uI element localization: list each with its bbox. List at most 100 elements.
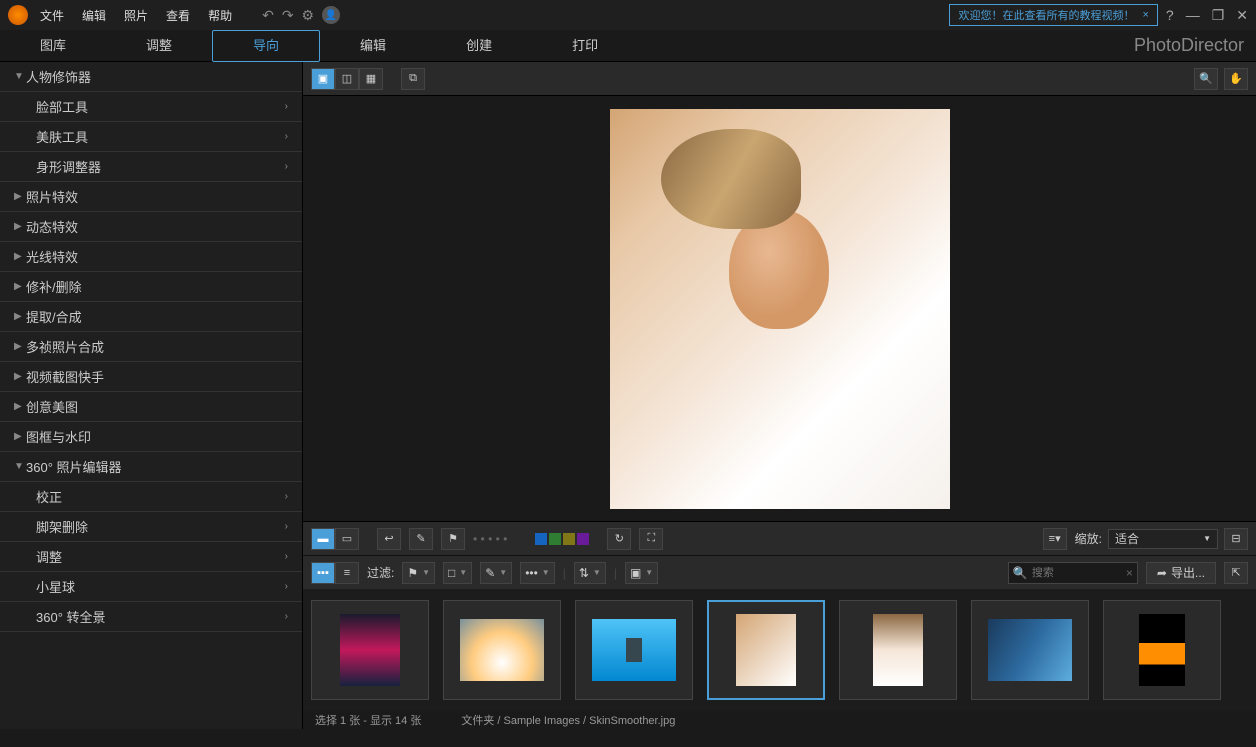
minimize-icon[interactable]: —	[1186, 7, 1200, 24]
flag-icon[interactable]: ⚑	[441, 528, 465, 550]
sidebar-anim-effects[interactable]: ▶动态特效	[0, 212, 302, 242]
sidebar-light-effects[interactable]: ▶光线特效	[0, 242, 302, 272]
user-avatar-icon[interactable]: 👤	[322, 6, 340, 24]
menu-help[interactable]: 帮助	[208, 7, 232, 24]
thumb-item[interactable]	[311, 600, 429, 700]
filmstrip-mode-b-icon[interactable]: ▭	[335, 528, 359, 550]
sidebar-skin-tools[interactable]: 美肤工具›	[0, 122, 302, 152]
sidebar-360-topano[interactable]: 360° 转全景›	[0, 602, 302, 632]
search-box[interactable]: 🔍 ×	[1008, 562, 1138, 584]
sidebar-extract[interactable]: ▶提取/合成	[0, 302, 302, 332]
menu-edit[interactable]: 编辑	[82, 7, 106, 24]
chevron-right-icon: ›	[285, 101, 288, 112]
close-window-icon[interactable]: ✕	[1236, 7, 1248, 24]
color-labels	[521, 533, 589, 545]
search-icon: 🔍	[1013, 566, 1028, 580]
view-grid-icon[interactable]: ▦	[359, 68, 383, 90]
crop-icon[interactable]: ⛶	[639, 528, 663, 550]
help-icon[interactable]: ?	[1166, 7, 1174, 24]
color-purple[interactable]	[577, 533, 589, 545]
pan-hand-icon[interactable]: ✋	[1224, 68, 1248, 90]
chevron-right-icon: ›	[285, 551, 288, 562]
sort-order[interactable]: ⇅▼	[574, 562, 606, 584]
color-red[interactable]	[521, 533, 533, 545]
sidebar-people-tools[interactable]: ▼人物修饰器	[0, 62, 302, 92]
welcome-text: 欢迎您！在此查看所有的教程视频！	[958, 7, 1134, 23]
view-single-icon[interactable]: ▣	[311, 68, 335, 90]
photo-viewer[interactable]	[303, 96, 1256, 521]
gear-icon[interactable]: ⚙	[302, 7, 315, 24]
filmstrip-mode-a-icon[interactable]: ▬	[311, 528, 335, 550]
rotate-left-icon[interactable]: ↩	[377, 528, 401, 550]
filter-label-color[interactable]: □▼	[443, 562, 472, 584]
status-bar: 选择 1 张 - 显示 14 张 文件夹 / Sample Images / S…	[303, 711, 1256, 729]
sidebar-creative[interactable]: ▶创意美图	[0, 392, 302, 422]
filter-edit[interactable]: ✎▼	[480, 562, 512, 584]
close-icon[interactable]: ×	[1142, 9, 1148, 21]
chevron-right-icon: ›	[285, 611, 288, 622]
export-button[interactable]: ➦ 导出...	[1146, 562, 1216, 584]
chevron-right-icon: ›	[285, 491, 288, 502]
stack-mode[interactable]: ▣▼	[625, 562, 658, 584]
chevron-right-icon: ›	[285, 521, 288, 532]
main-menu: 文件 编辑 照片 查看 帮助	[40, 7, 232, 24]
view-compare-icon[interactable]: ◫	[335, 68, 359, 90]
menu-file[interactable]: 文件	[40, 7, 64, 24]
tab-print[interactable]: 打印	[532, 30, 638, 62]
zoom-icon[interactable]: 🔍	[1194, 68, 1218, 90]
rotate-icon[interactable]: ↻	[607, 528, 631, 550]
thumb-item[interactable]	[575, 600, 693, 700]
color-olive[interactable]	[563, 533, 575, 545]
sidebar-face-tools[interactable]: 脸部工具›	[0, 92, 302, 122]
brand-label: PhotoDirector	[1134, 35, 1244, 56]
sidebar-360-planet[interactable]: 小星球›	[0, 572, 302, 602]
thumb-item[interactable]	[971, 600, 1089, 700]
filter-rating[interactable]: •••▼	[520, 562, 555, 584]
sidebar-frame[interactable]: ▶图框与水印	[0, 422, 302, 452]
sidebar-360-correct[interactable]: 校正›	[0, 482, 302, 512]
redo-icon[interactable]: ↷	[282, 7, 294, 24]
color-green[interactable]	[549, 533, 561, 545]
thumb-small-icon[interactable]: ▪▪▪	[311, 562, 335, 584]
tab-guided[interactable]: 导向	[212, 30, 320, 62]
filter-flag[interactable]: ⚑▼	[402, 562, 435, 584]
brush-icon: ✎	[485, 566, 495, 580]
search-input[interactable]	[1032, 567, 1122, 579]
color-blue[interactable]	[535, 533, 547, 545]
chevron-right-icon: ›	[285, 161, 288, 172]
sidebar-360-adjust[interactable]: 调整›	[0, 542, 302, 572]
slider-btn[interactable]: ⊟	[1224, 528, 1248, 550]
rating-stars[interactable]: • • • • •	[473, 532, 507, 546]
sort-icon[interactable]: ≡▾	[1043, 528, 1067, 550]
thumb-item[interactable]	[443, 600, 561, 700]
filter-toolbar: ▪▪▪ ≡ 过滤: ⚑▼ □▼ ✎▼ •••▼ | ⇅▼ | ▣▼ 🔍 × ➦ …	[303, 555, 1256, 589]
maximize-icon[interactable]: ❐	[1212, 7, 1225, 24]
thumb-item[interactable]	[1103, 600, 1221, 700]
sidebar-repair[interactable]: ▶修补/删除	[0, 272, 302, 302]
chevron-right-icon: ›	[285, 131, 288, 142]
sidebar-multi-photo[interactable]: ▶多祯照片合成	[0, 332, 302, 362]
menu-view[interactable]: 查看	[166, 7, 190, 24]
sidebar-video-snap[interactable]: ▶视频截图快手	[0, 362, 302, 392]
eyedropper-icon[interactable]: ✎	[409, 528, 433, 550]
sidebar-photo-effects[interactable]: ▶照片特效	[0, 182, 302, 212]
thumb-list-icon[interactable]: ≡	[335, 562, 359, 584]
welcome-banner[interactable]: 欢迎您！在此查看所有的教程视频！ ×	[949, 4, 1157, 26]
clear-icon[interactable]: ×	[1126, 566, 1133, 580]
tab-create[interactable]: 创建	[426, 30, 532, 62]
square-icon: □	[448, 566, 455, 580]
sidebar-360-editor[interactable]: ▼360° 照片编辑器	[0, 452, 302, 482]
tab-library[interactable]: 图库	[0, 30, 106, 62]
sidebar-360-tripod[interactable]: 脚架删除›	[0, 512, 302, 542]
tab-adjust[interactable]: 调整	[106, 30, 212, 62]
thumb-item[interactable]	[839, 600, 957, 700]
sidebar-body-tools[interactable]: 身形调整器›	[0, 152, 302, 182]
tab-edit[interactable]: 编辑	[320, 30, 426, 62]
secondary-monitor-icon[interactable]: ⧉	[401, 68, 425, 90]
thumb-item-selected[interactable]	[707, 600, 825, 700]
undo-icon[interactable]: ↶	[262, 7, 274, 24]
menu-photo[interactable]: 照片	[124, 7, 148, 24]
dots-icon: •••	[525, 566, 538, 580]
share-icon[interactable]: ⇱	[1224, 562, 1248, 584]
zoom-select[interactable]: 适合▼	[1108, 529, 1218, 549]
